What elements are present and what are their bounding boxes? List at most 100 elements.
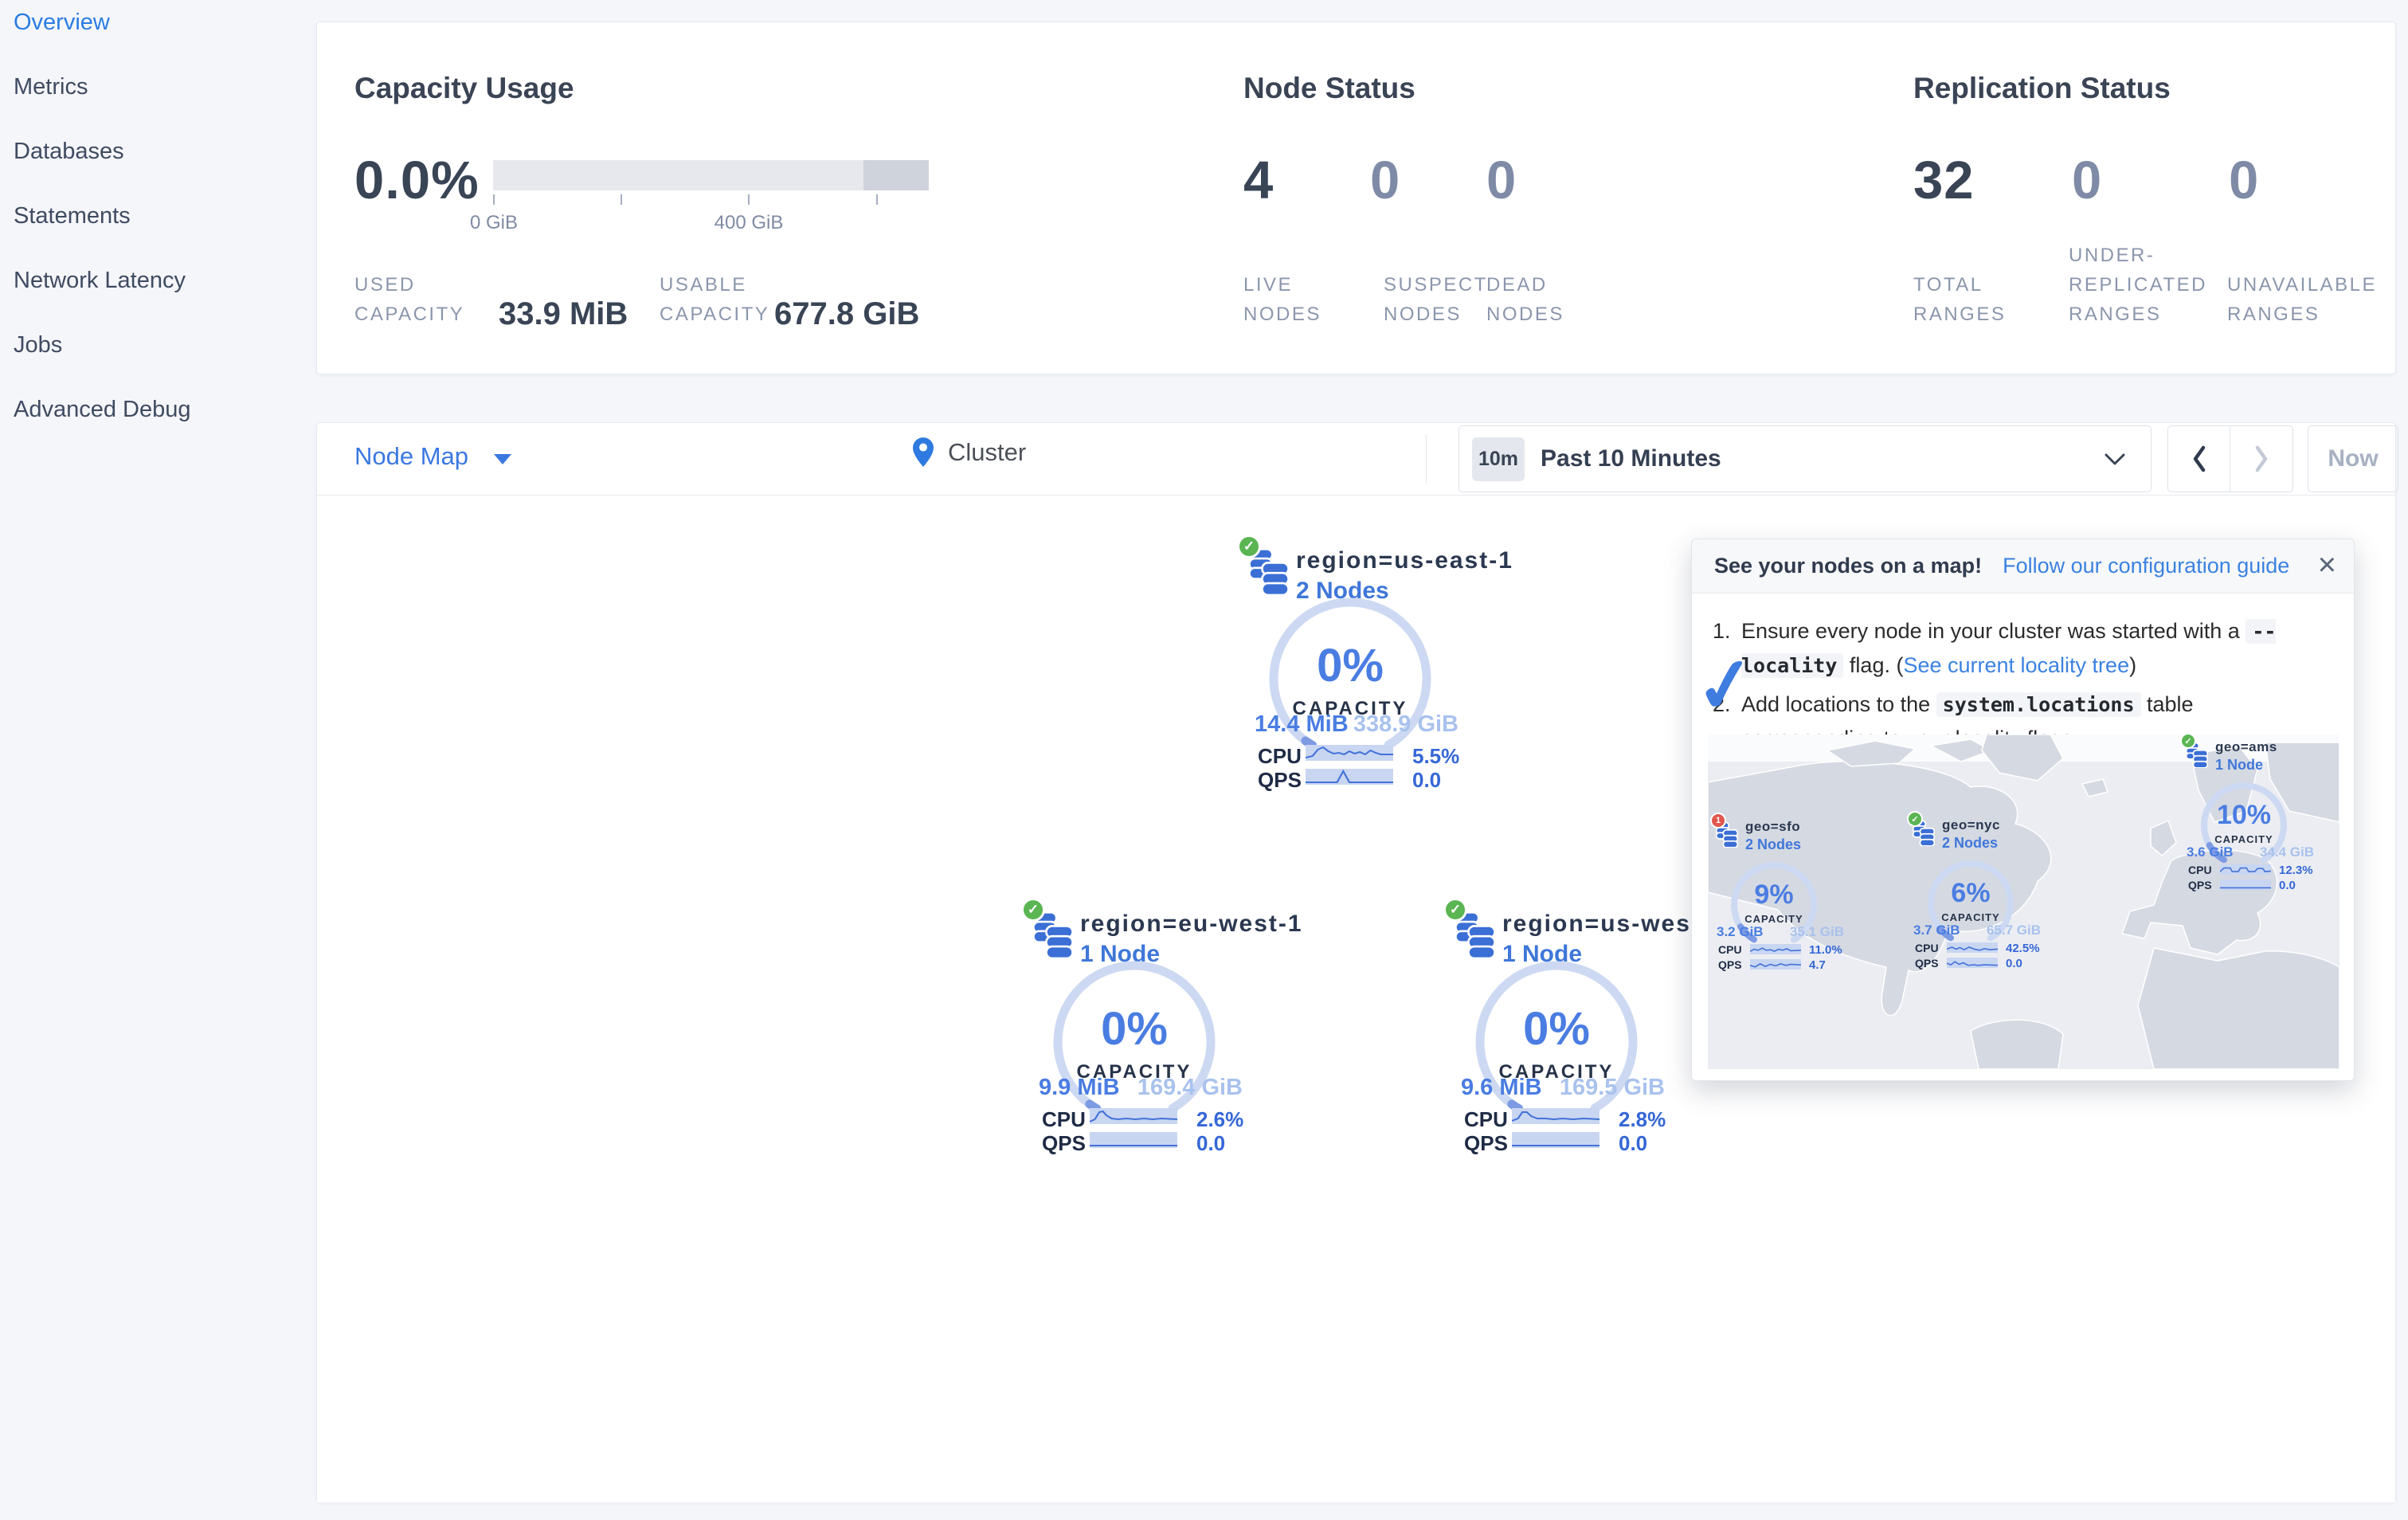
usable-capacity: 35.1 GiB (1789, 924, 1844, 939)
capacity-percent: 9% (1754, 879, 1794, 910)
cpu-value: 2.6% (1196, 1107, 1244, 1131)
total-ranges-count: 32 (1913, 151, 1975, 210)
capacity-caption: CAPACITY (1941, 911, 2000, 923)
popup-title: See your nodes on a map! (1714, 554, 1983, 578)
bar-tick-label-start: 0 GiB (469, 212, 519, 233)
step-text: Ensure every node in your cluster was st… (1741, 619, 2246, 643)
bar-tick (748, 194, 750, 205)
capacity-gauge: 0% CAPACITY (1263, 591, 1438, 766)
chevron-left-icon (2193, 445, 2205, 472)
sidebar-item-databases[interactable]: Databases (0, 129, 314, 194)
sidebar-item-metrics[interactable]: Metrics (0, 65, 314, 129)
qps-value: 4.7 (1809, 958, 1826, 972)
time-prev-button[interactable] (2168, 426, 2230, 492)
qps-sparkline (1090, 1132, 1177, 1148)
healthy-badge-icon: ✓ (1443, 898, 1467, 922)
qps-label: QPS (1718, 958, 1742, 971)
dead-nodes-label: DEAD NODES (1486, 274, 1564, 325)
qps-sparkline (1512, 1132, 1599, 1148)
view-mode-dropdown[interactable]: Node Map (354, 442, 512, 471)
usable-capacity: 65.7 GiB (1986, 923, 2041, 938)
qps-label: QPS (1464, 1131, 1508, 1155)
sidebar-item-network-latency[interactable]: Network Latency (0, 258, 314, 323)
cpu-sparkline (2220, 864, 2271, 875)
usable-capacity-value: 677.8 GiB (774, 296, 920, 331)
time-next-button[interactable] (2230, 426, 2292, 492)
error-badge-icon: 1 (1710, 813, 1726, 829)
qps-sparkline (2220, 879, 2271, 890)
node-group-title: geo=ams (2215, 739, 2277, 754)
node-group-title: region=us-east-1 (1296, 547, 1513, 574)
qps-value: 0.0 (2006, 957, 2022, 970)
cpu-value: 5.5% (1412, 744, 1460, 768)
now-button[interactable]: Now (2308, 425, 2398, 492)
used-capacity-value: 33.9 MiB (499, 296, 628, 331)
healthy-badge-icon: ✓ (1237, 535, 1261, 558)
capacity-percent: 10% (2216, 800, 2272, 830)
breadcrumb-label: Cluster (948, 437, 1027, 466)
popup-header: See your nodes on a map! Follow our conf… (1692, 539, 2354, 594)
popup-body: ✓ 1. Ensure every node in your cluster w… (1690, 594, 2354, 755)
cpu-value: 42.5% (2006, 942, 2040, 955)
bar-tick (621, 194, 622, 205)
chevron-right-icon (2255, 445, 2268, 472)
qps-sparkline (1306, 769, 1393, 785)
sidebar-item-overview[interactable]: Overview (0, 0, 314, 65)
usable-capacity: 169.4 GiB (1137, 1075, 1243, 1100)
configuration-guide-link[interactable]: Follow our configuration guide (2003, 554, 2289, 578)
locality-tree-link[interactable]: See current locality tree (1903, 653, 2129, 677)
step-text: ) (2129, 653, 2137, 677)
time-range-select[interactable]: 10m Past 10 Minutes (1459, 425, 2152, 492)
cpu-sparkline (1090, 1108, 1177, 1124)
capacity-percent: 0% (1523, 1003, 1590, 1055)
used-capacity: 14.4 MiB (1255, 711, 1349, 737)
sidebar-item-statements[interactable]: Statements (0, 194, 314, 258)
node-map-toolbar: Node Map Cluster 10m Past 10 Minutes Now (317, 423, 2398, 496)
check-annotation-icon: ✓ (1690, 641, 1762, 731)
dead-nodes-count: 0 (1486, 151, 1517, 210)
sidebar-item-jobs[interactable]: Jobs (0, 323, 314, 387)
capacity-reserved-segment (863, 160, 929, 190)
time-range-label: Past 10 Minutes (1541, 445, 1721, 472)
cpu-value: 12.3% (2279, 864, 2313, 877)
view-mode-label: Node Map (354, 442, 469, 470)
cpu-label: CPU (1718, 943, 1742, 956)
cpu-sparkline (1306, 745, 1393, 761)
cpu-sparkline (1750, 944, 1801, 954)
cpu-value: 2.8% (1619, 1107, 1666, 1131)
used-capacity: 9.6 MiB (1461, 1075, 1542, 1100)
capacity-usage-title: Capacity Usage (354, 72, 574, 104)
qps-value: 0.0 (1412, 768, 1442, 792)
bar-tick-label-mid: 400 GiB (714, 212, 784, 233)
map-pin-icon (913, 437, 934, 467)
unavailable-ranges-label: UNAVAILABLE RANGES (2227, 274, 2378, 325)
cpu-label: CPU (1042, 1107, 1086, 1131)
breadcrumb[interactable]: Cluster (913, 437, 1026, 467)
node-group-title: geo=nyc (1942, 817, 2000, 832)
qps-value: 0.0 (2279, 879, 2296, 892)
node-group-title: geo=sfo (1745, 819, 1801, 834)
caret-down-icon (494, 453, 512, 464)
time-nav-group (2167, 425, 2293, 492)
cpu-value: 11.0% (1809, 943, 1842, 957)
capacity-gauge: 0% CAPACITY (1469, 954, 1644, 1130)
usable-capacity-label: USABLE CAPACITY (660, 274, 770, 325)
sidebar-item-advanced-debug[interactable]: Advanced Debug (0, 387, 314, 452)
live-nodes-label: LIVE NODES (1243, 274, 1321, 325)
close-icon[interactable]: × (2318, 547, 2336, 583)
step-text: Add locations to the (1741, 692, 1936, 716)
bar-tick (876, 194, 878, 205)
qps-sparkline (1750, 959, 1801, 970)
sidebar: Overview Metrics Databases Statements Ne… (0, 0, 314, 1520)
replication-status-title: Replication Status (1913, 72, 2171, 104)
node-map-card: Node Map Cluster 10m Past 10 Minutes Now… (316, 422, 2398, 1502)
bar-tick (493, 194, 495, 205)
cpu-label: CPU (2188, 864, 2212, 876)
used-capacity: 9.9 MiB (1039, 1075, 1120, 1100)
node-count-label: 2 Nodes (1745, 836, 1802, 852)
cpu-sparkline (1512, 1108, 1599, 1124)
qps-label: QPS (1258, 768, 1302, 792)
cluster-summary-card: Capacity Usage 0.0% 0 GiB 400 GiB USED C… (316, 22, 2396, 374)
live-nodes-count: 4 (1243, 151, 1274, 210)
cpu-label: CPU (1915, 942, 1939, 954)
